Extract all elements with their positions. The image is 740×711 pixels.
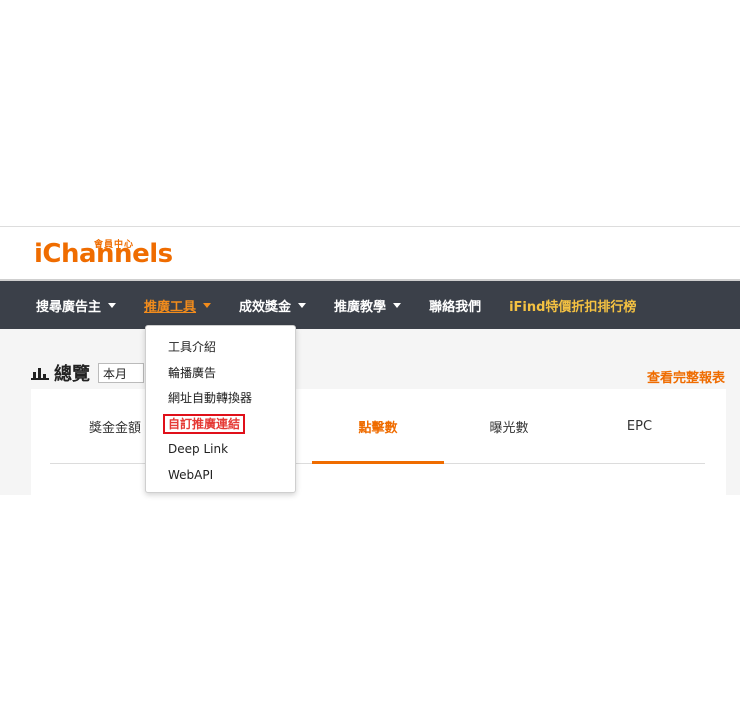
tab-impressions[interactable]: 曝光數 [444,389,574,463]
menu-item-webapi[interactable]: WebAPI [146,463,295,489]
menu-item-custom-promo-link[interactable]: 自訂推廣連結 [146,412,295,438]
promo-tools-dropdown: 工具介紹 輪播廣告 網址自動轉換器 自訂推廣連結 Deep Link WebAP… [145,325,296,493]
full-report-link[interactable]: 查看完整報表 [647,367,725,386]
nav-item-promo-tutorial[interactable]: 推廣教學 [334,281,402,329]
caret-down-icon [298,302,307,308]
ichannels-window: 會員中心 iChannels 搜尋廣告主 推廣工具 成效獎金 推廣教學 聯絡我們… [0,226,740,495]
caret-down-icon [203,302,212,308]
menu-item-label: 網址自動轉換器 [168,391,253,405]
menu-item-url-converter[interactable]: 網址自動轉換器 [146,386,295,412]
nav-item-label: 推廣教學 [334,299,387,315]
tab-epc[interactable]: EPC [574,389,705,463]
bar-chart-icon [31,366,49,380]
tab-label: 點擊數 [358,420,398,436]
caret-down-icon [393,302,402,308]
active-tab-indicator [312,461,444,464]
nav-item-ifind-ranking[interactable]: iFind特價折扣排行榜 [509,281,636,329]
tab-clicks[interactable]: 點擊數 [312,389,444,463]
menu-item-tool-intro[interactable]: 工具介紹 [146,335,295,361]
header: 會員中心 iChannels [0,227,740,279]
main-navbar: 搜尋廣告主 推廣工具 成效獎金 推廣教學 聯絡我們 iFind特價折扣排行榜 [0,279,740,329]
period-select[interactable]: 本月 [98,363,145,383]
tab-label: EPC [626,418,653,434]
menu-item-label: 工具介紹 [168,340,217,354]
nav-item-label: 搜尋廣告主 [36,299,102,315]
tab-label: 曝光數 [489,420,529,436]
caret-down-icon [108,302,117,308]
dashboard-content: 總覽 本月 查看完整報表 獎金金額 點擊數 曝光數 EPC [0,329,740,495]
nav-item-label: 聯絡我們 [429,299,482,315]
menu-item-label: WebAPI [168,467,214,482]
menu-item-carousel-ads[interactable]: 輪播廣告 [146,361,295,387]
nav-item-search-advertiser[interactable]: 搜尋廣告主 [36,281,117,329]
nav-item-promo-tools[interactable]: 推廣工具 [144,281,212,329]
nav-item-performance-bonus[interactable]: 成效獎金 [239,281,307,329]
nav-item-label: 成效獎金 [239,299,292,315]
overview-header: 總覽 本月 [31,360,145,386]
tab-label: 獎金金額 [88,420,141,436]
menu-item-label: Deep Link [168,442,229,456]
menu-item-deep-link[interactable]: Deep Link [146,437,295,463]
nav-item-label: iFind特價折扣排行榜 [509,299,637,315]
menu-item-label: 輪播廣告 [168,365,217,380]
ichannels-logo[interactable]: 會員中心 iChannels [34,237,173,269]
menu-item-label: 自訂推廣連結 [163,413,246,434]
nav-item-label: 推廣工具 [144,299,197,315]
nav-item-contact-us[interactable]: 聯絡我們 [429,281,481,329]
stats-card: 獎金金額 點擊數 曝光數 EPC [31,389,726,495]
logo-subtitle: 會員中心 [94,240,135,250]
page-title: 總覽 [54,364,90,385]
